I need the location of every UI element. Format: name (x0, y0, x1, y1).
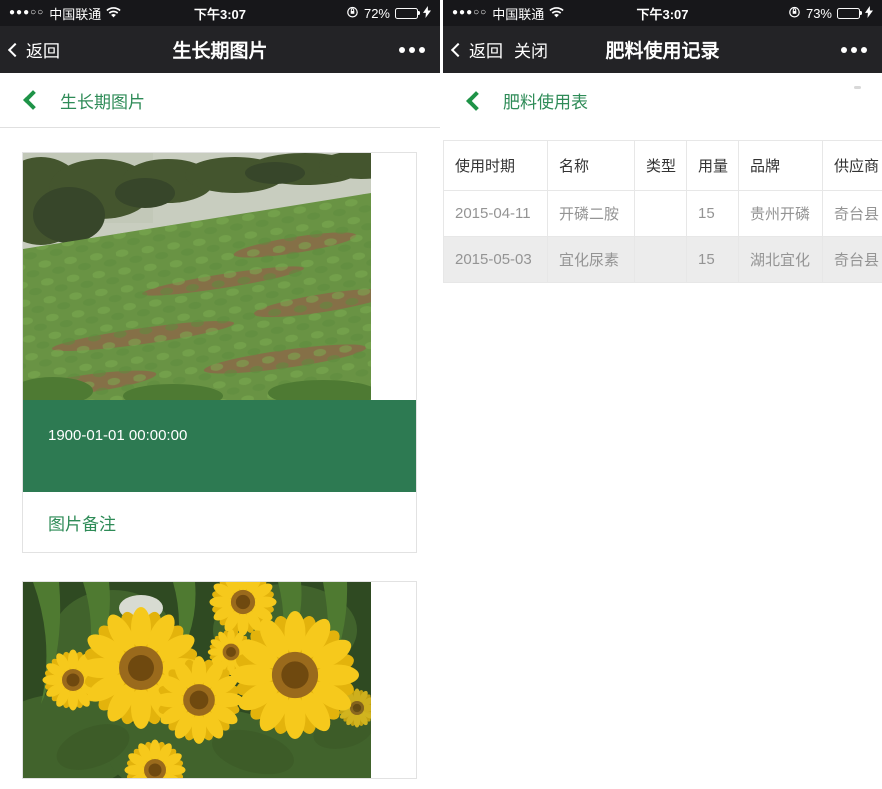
photo-card: 1900-01-01 00:00:00 图片备注 (22, 152, 417, 553)
photo-card (22, 581, 417, 779)
signal-strength-icon: ●●●○○ (9, 8, 44, 18)
page-title: 生长期图片 (0, 36, 440, 63)
fertilizer-table: 使用时期 名称 类型 用量 品牌 供应商 2015-04-11 开磷二胺 15 … (443, 140, 882, 283)
cell-brand: 贵州开磷 (739, 191, 823, 237)
table-row[interactable]: 2015-04-11 开磷二胺 15 贵州开磷 奇台县 (444, 191, 882, 237)
lightning-icon (423, 6, 431, 21)
section-title: 肥料使用表 (503, 88, 588, 113)
status-left: ●●●○○ 中国联通 (452, 4, 564, 23)
col-amount: 用量 (687, 141, 739, 191)
rotation-lock-icon (346, 5, 359, 21)
col-name: 名称 (548, 141, 635, 191)
table-header-row: 使用时期 名称 类型 用量 品牌 供应商 (444, 141, 882, 191)
chevron-left-icon (451, 42, 465, 56)
cell-usage-period: 2015-04-11 (444, 191, 548, 237)
section-title: 生长期图片 (60, 88, 145, 113)
battery-percent-label: 73% (806, 6, 832, 21)
lightning-icon (865, 6, 873, 21)
cell-type (635, 237, 687, 283)
more-dots-icon[interactable] (399, 47, 425, 53)
back-button[interactable]: 返回 (10, 37, 60, 62)
rotation-lock-icon (788, 5, 801, 21)
battery-icon (395, 8, 418, 19)
back-chevron-icon[interactable] (466, 91, 486, 111)
back-label: 返回 (469, 37, 503, 62)
cell-name: 开磷二胺 (548, 191, 635, 237)
cell-usage-period: 2015-05-03 (444, 237, 548, 283)
growth-images-screen: ●●●○○ 中国联通 下午3:07 72% 返回 (0, 0, 440, 789)
cell-type (635, 191, 687, 237)
more-dots-icon[interactable] (841, 47, 867, 53)
table-row[interactable]: 2015-05-03 宜化尿素 15 湖北宜化 奇台县 (444, 237, 882, 283)
section-header: 肥料使用表 (443, 73, 882, 128)
back-label: 返回 (26, 37, 60, 62)
crop-field-photo[interactable] (23, 153, 371, 400)
sunflower-photo[interactable] (23, 582, 371, 778)
wifi-icon (549, 6, 564, 21)
status-left: ●●●○○ 中国联通 (9, 4, 121, 23)
cell-brand: 湖北宜化 (739, 237, 823, 283)
col-brand: 品牌 (739, 141, 823, 191)
battery-percent-label: 72% (364, 6, 390, 21)
wifi-icon (106, 6, 121, 21)
scrollbar-thumb[interactable] (854, 86, 861, 89)
photo-timestamp: 1900-01-01 00:00:00 (48, 427, 187, 444)
nav-bar: 返回 关闭 肥料使用记录 (443, 26, 882, 73)
nav-bar: 返回 生长期图片 (0, 26, 440, 73)
fertilizer-record-screen: ●●●○○ 中国联通 下午3:07 73% 返回 (443, 0, 882, 789)
status-bar: ●●●○○ 中国联通 下午3:07 72% (0, 0, 440, 26)
two-phone-screenshots: ●●●○○ 中国联通 下午3:07 72% 返回 (0, 0, 882, 789)
cell-amount: 15 (687, 237, 739, 283)
cell-name: 宜化尿素 (548, 237, 635, 283)
chevron-left-icon (8, 42, 22, 56)
close-button[interactable]: 关闭 (514, 37, 548, 62)
cell-amount: 15 (687, 191, 739, 237)
carrier-label: 中国联通 (492, 4, 544, 23)
signal-strength-icon: ●●●○○ (452, 8, 487, 18)
back-button[interactable]: 返回 关闭 (453, 37, 548, 62)
photo-remark-label: 图片备注 (23, 492, 416, 552)
cell-supplier: 奇台县 (823, 237, 882, 283)
back-chevron-icon[interactable] (23, 90, 43, 110)
section-header: 生长期图片 (0, 73, 440, 128)
col-usage-period: 使用时期 (444, 141, 548, 191)
photo-timestamp-banner: 1900-01-01 00:00:00 (23, 400, 416, 492)
status-right: 73% (788, 5, 873, 21)
col-type: 类型 (635, 141, 687, 191)
cell-supplier: 奇台县 (823, 191, 882, 237)
carrier-label: 中国联通 (49, 4, 101, 23)
status-right: 72% (346, 5, 431, 21)
col-supplier: 供应商 (823, 141, 882, 191)
status-bar: ●●●○○ 中国联通 下午3:07 73% (443, 0, 882, 26)
battery-icon (837, 8, 860, 19)
